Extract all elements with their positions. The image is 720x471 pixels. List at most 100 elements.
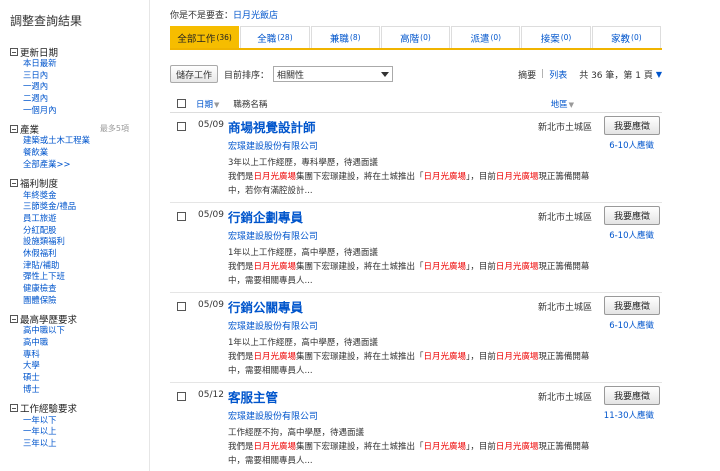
filter-group-experience: 工作經驗要求 一年以下 一年以上 三年以上 <box>10 402 149 450</box>
applicant-count-link[interactable]: 6-10人應徵 <box>609 319 654 331</box>
job-checkbox[interactable] <box>177 392 186 401</box>
job-date: 05/09 <box>198 120 224 130</box>
filter-group-label: 更新日期 <box>20 47 59 59</box>
apply-button[interactable]: 我要應徵 <box>604 296 660 315</box>
filter-option[interactable]: 員工旅遊 <box>23 213 149 225</box>
job-type-tabs: 全部工作 (36) 全職 (28) 兼職 (8) 高階 (0) 派遣 (0) 接案 (0) … <box>170 26 662 50</box>
filter-option[interactable]: 碩士 <box>23 372 149 384</box>
filter-group-header[interactable]: 工作經驗要求 <box>10 402 149 415</box>
job-description: 我們是日月光廣場集團下宏璟建設，將在土城推出「日月光廣場」，目前日月光廣場現正籌… <box>228 442 590 466</box>
filter-group-label: 工作經驗要求 <box>20 404 78 415</box>
company-link[interactable]: 宏璟建設股份有限公司 <box>228 229 318 242</box>
filter-option[interactable]: 高中職以下 <box>23 325 149 337</box>
filter-option[interactable]: 設施類福利 <box>23 236 149 248</box>
job-description: 我們是日月光廣場集團下宏璟建設，將在土城推出「日月光廣場」，目前日月光廣場現正籌… <box>228 352 590 376</box>
company-link[interactable]: 宏璟建設股份有限公司 <box>228 139 318 152</box>
sort-by-date[interactable]: 日期▼ <box>196 98 219 110</box>
company-link[interactable]: 宏璟建設股份有限公司 <box>228 319 318 332</box>
tab-dispatch[interactable]: 派遣 (0) <box>451 26 521 48</box>
next-page-icon[interactable]: ▼ <box>656 70 662 79</box>
filter-group-label: 最高學歷要求 <box>20 314 78 326</box>
sort-by-area[interactable]: 地區▼ <box>551 98 574 110</box>
tab-tutor[interactable]: 家教 (0) <box>591 26 661 48</box>
filter-option[interactable]: 高中職 <box>23 337 149 349</box>
filter-option[interactable]: 專科 <box>23 349 149 361</box>
filter-group-header[interactable]: 產業 最多5項 <box>10 122 149 136</box>
job-checkbox[interactable] <box>177 302 186 311</box>
filter-option[interactable]: 博士 <box>23 384 149 396</box>
collapse-icon[interactable] <box>10 314 18 323</box>
filter-option[interactable]: 本日最新 <box>23 58 149 70</box>
tab-freelance[interactable]: 接案 (0) <box>521 26 591 48</box>
applicant-count-link[interactable]: 6-10人應徵 <box>609 229 654 241</box>
apply-button[interactable]: 我要應徵 <box>604 386 660 405</box>
sort-select[interactable]: 相關性 <box>273 66 394 82</box>
job-row: 05/09 商場視覺設計師 宏璟建設股份有限公司 3年以上工作經歷，專科學歷，待… <box>170 114 662 203</box>
filter-option[interactable]: 二週內 <box>23 93 149 105</box>
filter-option[interactable]: 彈性上下班 <box>23 271 149 283</box>
applicant-count-link[interactable]: 6-10人應徵 <box>609 139 654 151</box>
collapse-icon[interactable] <box>10 179 18 187</box>
filter-option[interactable]: 一年以上 <box>23 426 149 438</box>
tab-full-time[interactable]: 全職 (28) <box>240 26 310 48</box>
view-options: 摘要 | 列表 共 36 筆，第 1 頁 ▼ <box>518 68 662 81</box>
did-you-mean-link[interactable]: 日月光飯店 <box>233 11 278 21</box>
filter-group-header[interactable]: 最高學歷要求 <box>10 312 149 326</box>
select-all-checkbox[interactable] <box>177 99 186 108</box>
filter-group-industry: 產業 最多5項 建築或土木工程業 餐飲業 全部產業>> <box>10 122 149 170</box>
all-industries-link[interactable]: 全部產業>> <box>23 159 149 171</box>
job-title-link[interactable]: 商場視覺設計師 <box>228 117 316 136</box>
collapse-icon[interactable] <box>10 404 18 412</box>
applicant-count-link[interactable]: 11-30人應徵 <box>604 409 654 421</box>
filter-option[interactable]: 分紅配股 <box>23 225 149 237</box>
save-jobs-button[interactable]: 儲存工作 <box>170 65 219 83</box>
job-checkbox[interactable] <box>177 122 186 131</box>
job-checkbox[interactable] <box>177 212 186 221</box>
filter-option[interactable]: 年終獎金 <box>23 190 149 202</box>
tab-label: 全職 <box>257 33 277 45</box>
filter-option[interactable]: 建築或土木工程業 <box>23 135 149 147</box>
column-area: 地區 <box>550 99 568 110</box>
apply-button[interactable]: 我要應徵 <box>604 116 660 135</box>
job-title-link[interactable]: 行銷公關專員 <box>228 297 303 316</box>
tab-part-time[interactable]: 兼職 (8) <box>310 26 380 48</box>
view-summary[interactable]: 摘要 <box>518 68 536 81</box>
tab-all-jobs[interactable]: 全部工作 (36) <box>170 26 240 48</box>
divider: | <box>541 69 545 79</box>
page-info: 共 36 筆，第 1 頁 <box>579 70 653 81</box>
apply-button[interactable]: 我要應徵 <box>604 206 660 225</box>
company-link[interactable]: 宏璟建設股份有限公司 <box>228 409 318 422</box>
filter-option[interactable]: 一年以下 <box>23 415 149 427</box>
filter-option[interactable]: 三年以上 <box>23 438 149 450</box>
filter-group-education: 最高學歷要求 高中職以下 高中職 專科 大學 碩士 博士 <box>10 312 149 395</box>
filter-limit-note: 最多5項 <box>99 124 129 134</box>
filter-option[interactable]: 團體保險 <box>23 295 149 307</box>
job-description: 我們是日月光廣場集團下宏璟建設，將在土城推出「日月光廣場」，目前日月光廣場現正籌… <box>228 172 590 196</box>
job-row: 05/09 行銷企劃專員 宏璟建設股份有限公司 1年以上工作經歷，高中學歷，待遇… <box>170 204 662 293</box>
filter-option[interactable]: 一週內 <box>23 81 149 93</box>
filter-option[interactable]: 大學 <box>23 360 149 372</box>
tab-senior[interactable]: 高階 (0) <box>380 26 451 48</box>
tab-count: (8) <box>349 33 361 42</box>
filter-option[interactable]: 津貼/補助 <box>23 260 149 272</box>
view-list[interactable]: 列表 <box>549 68 567 81</box>
filter-group-label: 產業 <box>20 124 40 136</box>
filter-option[interactable]: 休假福利 <box>23 248 149 260</box>
filter-option[interactable]: 健康檢查 <box>23 283 149 295</box>
tab-count: (0) <box>420 33 431 42</box>
filter-option[interactable]: 三日內 <box>23 70 149 82</box>
collapse-icon[interactable] <box>10 47 18 56</box>
filter-group-header[interactable]: 更新日期 <box>10 45 149 59</box>
job-row: 05/12 客服主管 宏璟建設股份有限公司 工作經歷不拘，高中學歷，待遇面議 我… <box>170 384 662 471</box>
filter-option[interactable]: 餐飲業 <box>23 147 149 159</box>
job-date: 05/09 <box>198 300 224 310</box>
filter-option[interactable]: 一個月內 <box>23 105 149 117</box>
filter-option[interactable]: 三節獎金/禮品 <box>23 201 149 213</box>
collapse-icon[interactable] <box>10 124 18 133</box>
filter-group-update-date: 更新日期 本日最新 三日內 一週內 二週內 一個月內 <box>10 45 149 116</box>
job-requirements: 3年以上工作經歷，專科學歷，待遇面議 <box>228 158 378 168</box>
job-title-link[interactable]: 行銷企劃專員 <box>228 207 303 226</box>
job-area: 新北市土城區 <box>537 213 592 223</box>
job-title-link[interactable]: 客服主管 <box>228 387 278 406</box>
filter-group-header[interactable]: 福利制度 <box>10 177 149 190</box>
